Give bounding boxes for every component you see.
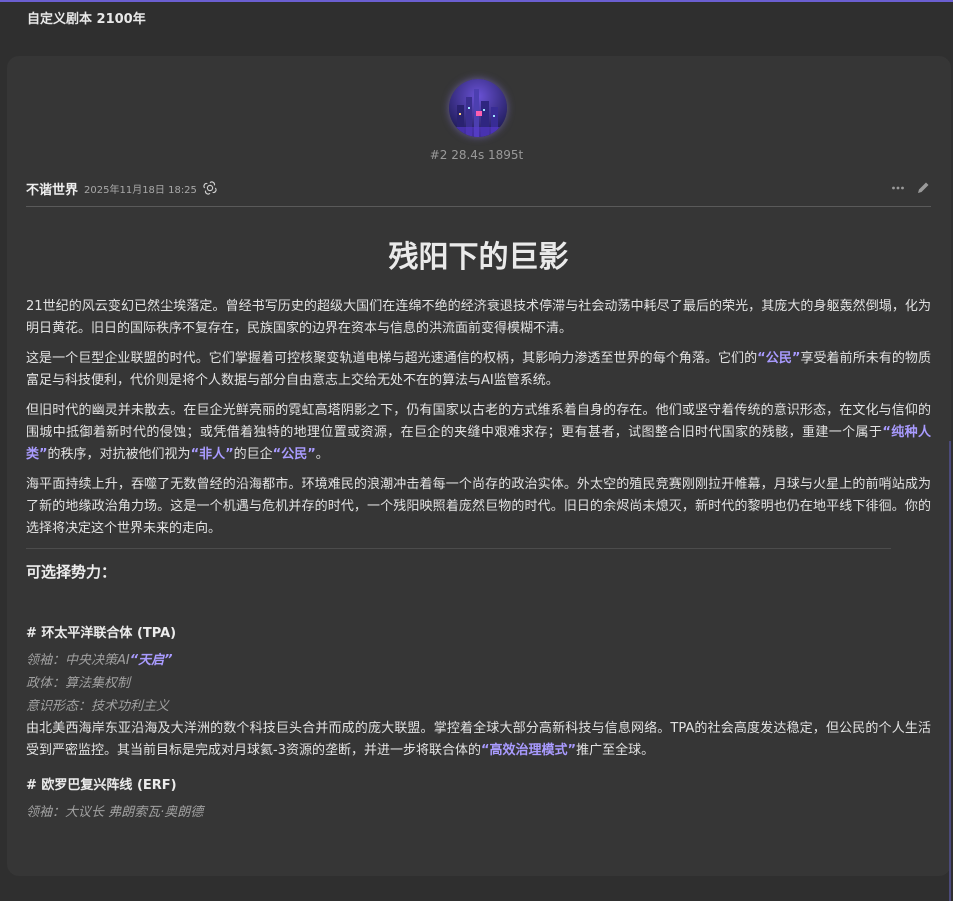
faction-heading-tpa: # 环太平洋联合体 (TPA) — [26, 626, 177, 641]
highlight-citizen: “公民” — [757, 351, 801, 366]
message-date: 2025年11月18日 18:25 — [84, 184, 197, 196]
paragraph-1: 21世纪的风云变幻已然尘埃落定。曾经书写历史的超级大国们在连绵不绝的经济衰退技术… — [26, 299, 931, 336]
edit-icon[interactable] — [915, 180, 931, 196]
faction-polity-tpa: 政体：算法集权制 — [26, 676, 131, 691]
openai-icon — [203, 181, 217, 195]
faction-leader-tpa: 领袖：中央决策AI“天启” — [26, 653, 173, 668]
section-heading: 可选择势力： — [26, 563, 117, 581]
highlight-nonhuman: “非人” — [190, 447, 234, 462]
paragraph-2: 这是一个巨型企业联盟的时代。它们掌握着可控核聚变轨道电梯与超光速通信的权柄，其影… — [26, 351, 931, 388]
scrollbar[interactable] — [949, 441, 951, 901]
avatar[interactable] — [449, 79, 507, 137]
message-content: 残阳下的巨影 21世纪的风云变幻已然尘埃落定。曾经书写历史的超级大国们在连绵不绝… — [26, 232, 931, 824]
highlight-citizen-2: “公民” — [272, 447, 316, 462]
message-stats: #2 28.4s 1895t — [429, 148, 524, 162]
author-name: 不谐世界 — [26, 182, 79, 198]
highlight-governance: “高效治理模式” — [480, 743, 577, 758]
faction-heading-erf: # 欧罗巴复兴阵线 (ERF) — [26, 778, 177, 793]
header-divider — [26, 206, 931, 207]
section-divider — [26, 548, 891, 549]
window-accent-line — [0, 0, 953, 2]
faction-leader-erf: 领袖：大议长 弗朗索瓦·奥朗德 — [26, 805, 204, 820]
paragraph-4: 海平面持续上升，吞噬了无数曾经的沿海都市。环境难民的浪潮冲击着每一个尚存的政治实… — [26, 477, 931, 536]
message-header: 不谐世界 2025年11月18日 18:25 — [26, 178, 931, 198]
window-title: 自定义剧本 2100年 — [27, 12, 146, 27]
highlight-apocalypse: “天启” — [129, 653, 173, 668]
article-title: 残阳下的巨影 — [388, 240, 569, 275]
city-avatar-image — [449, 79, 507, 137]
paragraph-3: 但旧时代的幽灵并未散去。在巨企光鲜亮丽的霓虹高塔阴影之下，仍有国家以古老的方式维… — [26, 403, 931, 462]
faction-desc-tpa: 由北美西海岸东亚沿海及大洋洲的数个科技巨头合并而成的庞大联盟。掌控着全球大部分高… — [26, 721, 931, 758]
more-icon[interactable] — [891, 181, 905, 195]
faction-ideology-tpa: 意识形态：技术功利主义 — [26, 699, 170, 714]
